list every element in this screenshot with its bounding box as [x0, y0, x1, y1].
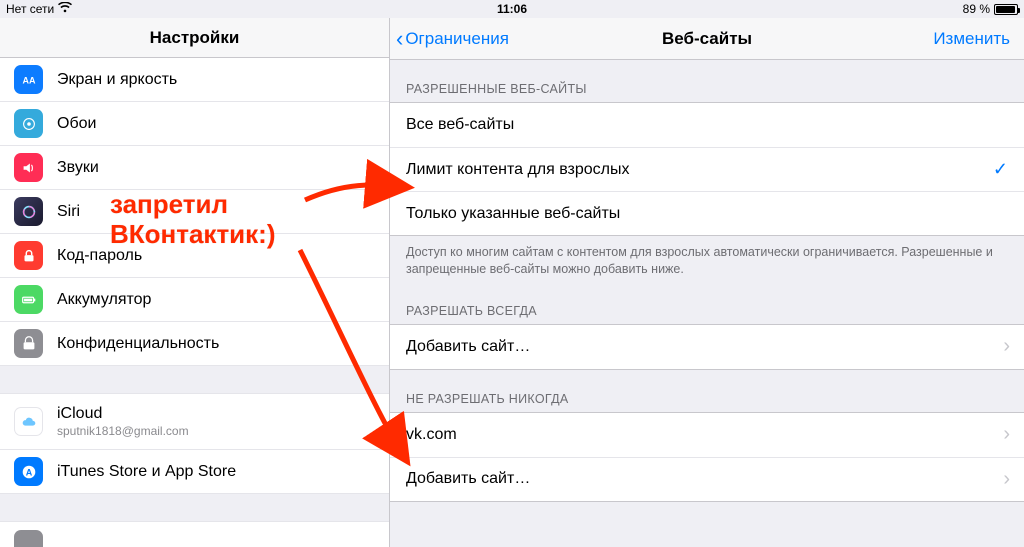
add-site-always-cell[interactable]: Добавить сайт… › [390, 325, 1024, 369]
icloud-icon [14, 407, 43, 436]
option-all-websites[interactable]: Все веб-сайты [390, 103, 1024, 147]
add-site-label: Добавить сайт… [406, 470, 530, 488]
chevron-right-icon: › [1003, 423, 1010, 446]
siri-icon [14, 197, 43, 226]
battery-icon [994, 4, 1018, 15]
sidebar-item-label: Siri [57, 203, 80, 221]
checkmark-icon: ✓ [993, 159, 1008, 180]
sidebar-item-battery[interactable]: Аккумулятор [0, 278, 389, 322]
section-header-allowed: РАЗРЕШЕННЫЕ ВЕБ-САЙТЫ [390, 60, 1024, 102]
sidebar-item-siri[interactable]: Siri [0, 190, 389, 234]
sidebar-item-label: Обои [57, 115, 96, 133]
chevron-right-icon: › [1003, 335, 1010, 358]
icloud-email: sputnik1818@gmail.com [57, 424, 189, 438]
option-label: Лимит контента для взрослых [406, 161, 630, 179]
page-title: Веб-сайты [662, 29, 752, 49]
sidebar-group-spacer [0, 366, 389, 394]
sidebar-item-label: Конфиденциальность [57, 335, 219, 353]
never-site-label: vk.com [406, 426, 457, 444]
option-label: Все веб-сайты [406, 116, 514, 134]
add-site-label: Добавить сайт… [406, 338, 530, 356]
clock: 11:06 [497, 2, 527, 16]
sidebar-item-label: iTunes Store и App Store [57, 463, 236, 481]
privacy-icon [14, 329, 43, 358]
sidebar-item-label: Экран и яркость [57, 71, 177, 89]
settings-sidebar: Настройки AA Экран и яркость Обои [0, 18, 390, 547]
appstore-icon: A [14, 457, 43, 486]
sidebar-title: Настройки [0, 18, 389, 58]
sidebar-item-label: Аккумулятор [57, 291, 151, 309]
sounds-icon [14, 153, 43, 182]
add-site-never-cell[interactable]: Добавить сайт… › [390, 457, 1024, 501]
svg-text:A: A [25, 468, 32, 478]
wifi-icon [58, 2, 72, 16]
display-icon: AA [14, 65, 43, 94]
sidebar-group-spacer [0, 494, 389, 522]
section-header-always: РАЗРЕШАТЬ ВСЕГДА [390, 282, 1024, 324]
wallpaper-icon [14, 109, 43, 138]
option-label: Только указанные веб-сайты [406, 205, 620, 223]
sidebar-item-label: Звуки [57, 159, 99, 177]
sidebar-item-icloud[interactable]: iCloud sputnik1818@gmail.com [0, 394, 389, 450]
chevron-right-icon: › [1003, 468, 1010, 491]
sidebar-item-itunes-appstore[interactable]: A iTunes Store и App Store [0, 450, 389, 494]
network-status: Нет сети [6, 2, 54, 16]
svg-text:AA: AA [22, 76, 35, 86]
sidebar-item-wallpaper[interactable]: Обои [0, 102, 389, 146]
sidebar-item-label: Код-пароль [57, 247, 142, 265]
status-bar: Нет сети 11:06 89 % [0, 0, 1024, 18]
never-site-cell[interactable]: vk.com › [390, 413, 1024, 457]
chevron-left-icon: ‹ [396, 28, 403, 50]
detail-header: ‹ Ограничения Веб-сайты Изменить [390, 18, 1024, 60]
section-header-never: НЕ РАЗРЕШАТЬ НИКОГДА [390, 370, 1024, 412]
generic-icon [14, 530, 43, 547]
back-button[interactable]: ‹ Ограничения [396, 18, 509, 59]
back-label: Ограничения [405, 29, 509, 49]
sidebar-item-privacy[interactable]: Конфиденциальность [0, 322, 389, 366]
edit-button[interactable]: Изменить [933, 18, 1010, 59]
option-limit-adult[interactable]: Лимит контента для взрослых ✓ [390, 147, 1024, 191]
lock-icon [14, 241, 43, 270]
battery-percent: 89 % [963, 2, 990, 16]
sidebar-item-partial[interactable] [0, 522, 389, 547]
detail-pane: ‹ Ограничения Веб-сайты Изменить РАЗРЕШЕ… [390, 18, 1024, 547]
sidebar-item-passcode[interactable]: Код-пароль [0, 234, 389, 278]
sidebar-item-sounds[interactable]: Звуки [0, 146, 389, 190]
section-footer-allowed: Доступ ко многим сайтам с контентом для … [390, 236, 1024, 282]
battery-settings-icon [14, 285, 43, 314]
option-specific-only[interactable]: Только указанные веб-сайты [390, 191, 1024, 235]
sidebar-item-label: iCloud [57, 405, 189, 423]
sidebar-item-display-brightness[interactable]: AA Экран и яркость [0, 58, 389, 102]
